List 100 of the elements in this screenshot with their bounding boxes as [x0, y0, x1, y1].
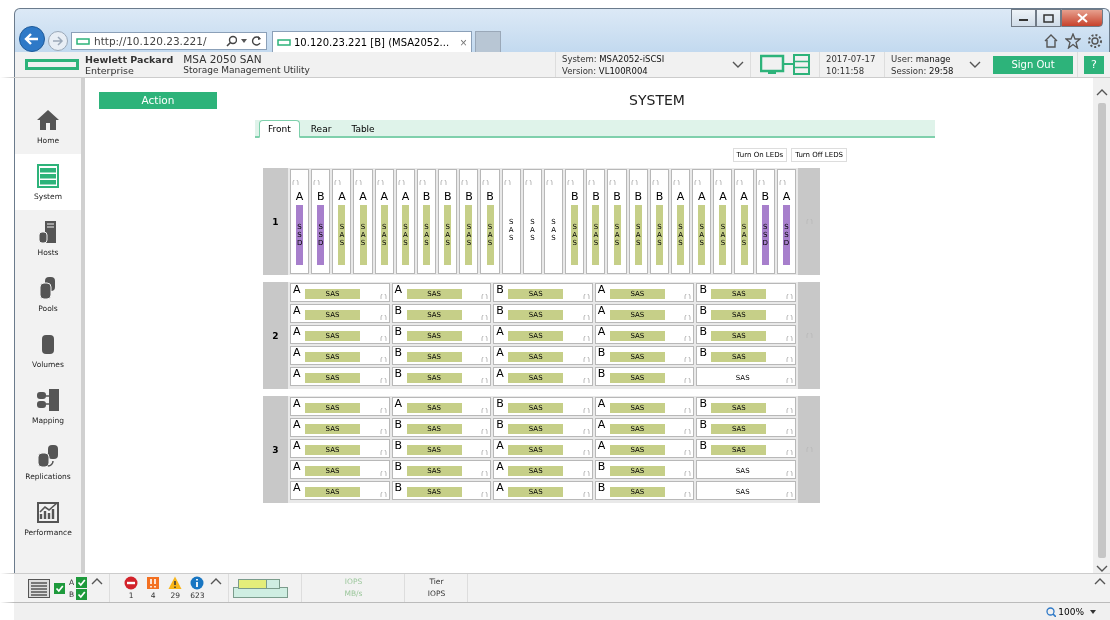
controller-owner-label: A — [293, 347, 302, 359]
controller-owner-label: A — [782, 191, 791, 202]
controller-owner-label: A — [394, 284, 404, 296]
led-icon — [379, 450, 387, 456]
close-icon — [1076, 13, 1088, 23]
controller-owner-label: B — [597, 368, 607, 380]
controller-owner-label: A — [293, 305, 302, 317]
controller-owner-label: B — [597, 482, 607, 494]
led-icon — [481, 450, 489, 456]
controller-owner-label: B — [422, 191, 431, 202]
led-icon — [292, 180, 299, 186]
led-icon — [397, 180, 405, 186]
led-icon — [786, 408, 793, 414]
brand-name: Enterprise — [85, 64, 135, 76]
controller-owner-label: B — [465, 191, 473, 202]
back-arrow-icon — [24, 32, 40, 46]
session-timer: Session: 29:58 — [891, 64, 954, 77]
controller-owner-label: B — [699, 440, 708, 452]
led-icon — [582, 336, 590, 342]
controller-owner-label: A — [697, 191, 706, 202]
controller-owner-label: A — [293, 368, 302, 380]
tab[interactable]: Front — [259, 120, 300, 138]
back-button[interactable] — [19, 26, 45, 52]
led-icon — [582, 357, 590, 363]
led-icon — [786, 336, 793, 342]
led-icon — [546, 180, 553, 186]
led-icon — [379, 294, 387, 300]
led-icon — [481, 357, 489, 363]
tab[interactable]: Table — [342, 120, 384, 138]
star-icon[interactable] — [1065, 33, 1081, 49]
controller-owner-label: A — [293, 326, 302, 338]
zoom-icon — [1046, 606, 1057, 617]
home-icon[interactable] — [1043, 33, 1059, 48]
controller-owner-label: B — [597, 461, 607, 473]
enclosure-icon[interactable] — [28, 578, 50, 598]
warning-icon[interactable] — [168, 576, 183, 590]
controller-owner-label: B — [394, 347, 404, 359]
maximize-button[interactable] — [1036, 9, 1061, 27]
browser-tab[interactable]: 10.120.23.221 [B] (MSA2052... × — [272, 31, 472, 53]
caret-icon — [241, 38, 247, 44]
led-icon — [588, 180, 596, 186]
controller-owner-label: B — [655, 191, 664, 202]
controller-owner-label: A — [293, 482, 302, 494]
zoom-button[interactable]: 100% — [1046, 606, 1084, 617]
led-icon — [567, 180, 575, 186]
controller-owner-label: A — [496, 482, 505, 494]
led-icon — [684, 294, 692, 300]
controller-owner-label: B — [699, 347, 708, 359]
led-icon — [376, 180, 384, 186]
minimize-button[interactable] — [1011, 9, 1036, 27]
controller-owner-label: A — [597, 284, 607, 296]
caret-icon[interactable] — [1090, 609, 1096, 614]
led-icon — [786, 315, 793, 321]
chevron-up-icon — [91, 577, 104, 586]
controller-owner-label: B — [394, 461, 404, 473]
exclamation-icon[interactable] — [146, 576, 161, 590]
controller-owner-label: B — [761, 191, 769, 202]
led-icon — [651, 180, 659, 186]
controller-owner-label: B — [394, 440, 404, 452]
enclosure-number: 1 — [272, 216, 279, 227]
settings-icon[interactable] — [1087, 33, 1103, 49]
page-icon — [277, 39, 291, 46]
address-field[interactable]: http://10.120.23.221/ — [71, 32, 267, 50]
stop-icon[interactable] — [124, 576, 139, 590]
tab-close-button[interactable]: × — [460, 35, 467, 50]
led-icon — [481, 471, 489, 477]
enclosure-number: 2 — [272, 330, 279, 341]
led-icon — [379, 471, 387, 477]
controller-owner-label: B — [699, 398, 708, 410]
led-icon — [786, 294, 793, 300]
controller-owner-label: A — [359, 191, 367, 202]
date-text: 2017-07-17 — [826, 52, 876, 65]
led-icon — [379, 357, 387, 363]
page-title: SYSTEM — [628, 92, 686, 108]
led-icon — [684, 429, 692, 435]
maximize-icon — [1043, 13, 1054, 23]
controller-owner-label: B — [394, 368, 404, 380]
performance-icon — [36, 499, 60, 524]
tab[interactable]: Rear — [301, 120, 341, 138]
controller-owner-label: B — [316, 191, 325, 202]
led-icon — [786, 492, 793, 498]
controller-owner-label: B — [394, 419, 404, 431]
controller-owner-label: B — [699, 284, 708, 296]
search-icon — [226, 35, 237, 47]
controller-owner-label: A — [597, 326, 607, 338]
capacity-drawing[interactable] — [233, 577, 290, 599]
controller-owner-label: A — [295, 191, 304, 202]
led-icon — [778, 180, 786, 186]
info-icon[interactable] — [190, 576, 205, 590]
replications-icon — [36, 443, 60, 468]
close-button[interactable] — [1061, 9, 1103, 27]
led-icon — [757, 180, 765, 186]
led-icon — [609, 180, 617, 186]
controller-owner-label: B — [570, 191, 579, 202]
controller-owner-label: B — [394, 482, 404, 494]
product-name: MSA 2050 SAN — [183, 53, 263, 65]
controller-owner-label: B — [597, 347, 607, 359]
controller-owner-label: A — [719, 191, 727, 202]
user-name: User: manage — [891, 52, 952, 65]
controller-owner-label: A — [394, 398, 404, 410]
